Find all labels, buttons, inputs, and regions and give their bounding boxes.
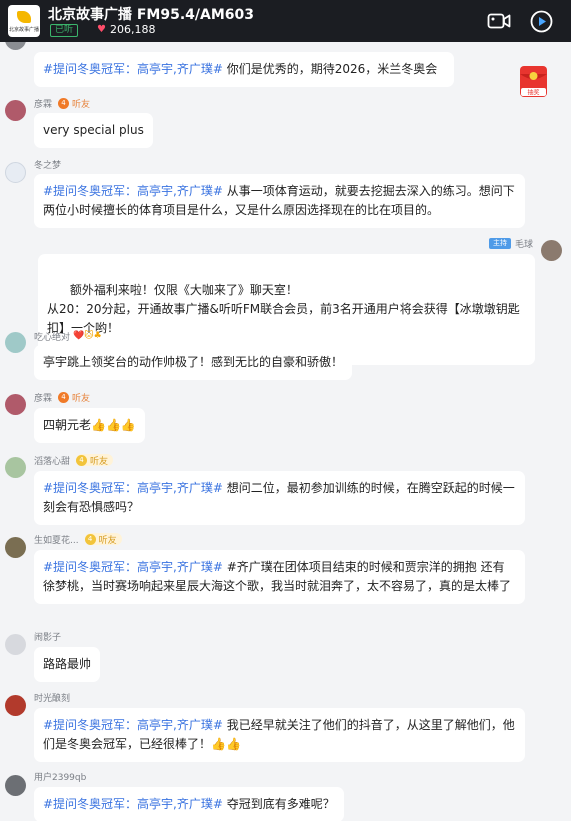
video-camera-icon[interactable] — [487, 10, 511, 32]
message-bubble: 亭宇跳上领奖台的动作帅极了！感到无比的自豪和骄傲！ — [34, 345, 353, 380]
message-bubble: #提问冬奥冠军：高亭宇,齐广璞# #齐广璞在团体项目结束的时候和贾宗洋的拥抱 还… — [34, 550, 525, 604]
topic-tag[interactable]: #提问冬奥冠军：高亭宇,齐广璞# — [43, 718, 223, 732]
message-text: 你们是优秀的，期待2026，米兰冬奥会 — [222, 62, 438, 76]
username: 生如夏花... — [34, 535, 79, 546]
topic-tag[interactable]: #提问冬奥冠军：高亭宇,齐广璞# — [43, 481, 223, 495]
logo-text: 北京故事广播 — [8, 27, 39, 33]
listened-badge: 已听 — [50, 24, 79, 37]
heart-icon: ♥ — [97, 24, 106, 35]
user-avatar[interactable] — [5, 394, 26, 415]
message-bubble: 四朝元老👍👍👍 — [34, 408, 145, 443]
message-bubble: #提问冬奥冠军：高亭宇,齐广璞# 你们是优秀的，期待2026，米兰冬奥会 — [34, 52, 454, 87]
thumbs-up-emoji: 👍👍 — [211, 737, 241, 751]
username-row: 滔落心甜 4 听友 — [34, 453, 114, 467]
level-number: 4 — [58, 97, 70, 109]
user-avatar[interactable] — [5, 634, 26, 655]
username: 滔落心甜 — [34, 456, 71, 467]
level-number: 4 — [76, 454, 88, 466]
username-row: 用户2399qb — [34, 769, 86, 783]
topic-tag[interactable]: #提问冬奥冠军：高亭宇,齐广璞# — [43, 184, 223, 198]
message-text: 额外福利来啦！仅限《大咖来了》聊天室！ 从20：20分起，开通故事广播&听听FM… — [47, 283, 520, 335]
top-bar: 北京故事广播 北京故事广播 FM95.4/AM603 已听 ♥ 206,188 — [0, 0, 571, 42]
user-avatar[interactable] — [5, 42, 26, 50]
message-bubble: #提问冬奥冠军：高亭宇,齐广璞# 我已经早就关注了他们的抖音了，从这里了解他们，… — [34, 708, 525, 762]
message-bubble: #提问冬奥冠军：高亭宇,齐广璞# 想问二位，最初参加训练的时候，在腾空跃起的时候… — [34, 471, 525, 525]
message-bubble: #提问冬奥冠军：高亭宇,齐广璞# 夺冠到底有多难呢？ — [34, 787, 344, 821]
lottery-label: 抽奖 — [527, 89, 539, 97]
station-logo: 北京故事广播 — [8, 5, 40, 37]
level-number: 4 — [84, 533, 96, 545]
message-bubble: #提问冬奥冠军：高亭宇,齐广璞# 从事一项体育运动，就要去挖掘去深入的练习。想问… — [34, 174, 525, 228]
play-icon[interactable] — [530, 10, 553, 33]
user-avatar[interactable] — [5, 162, 26, 183]
username: 时光酿刻 — [34, 693, 71, 704]
username: 冬之梦 — [34, 160, 62, 171]
level-number: 4 — [58, 391, 70, 403]
message-bubble: very special plus — [34, 113, 153, 148]
lottery-red-envelope-icon[interactable]: 抽奖 — [517, 62, 550, 99]
username-row: 闹影子 — [34, 629, 61, 643]
username-row: 主持 毛球 — [488, 236, 533, 250]
topic-tag[interactable]: #提问冬奥冠军：高亭宇,齐广璞# — [43, 560, 223, 574]
message-bubble: 路路最帅 — [34, 647, 101, 682]
level-label: 听友 — [72, 99, 91, 110]
username: 彦霖 — [34, 99, 53, 110]
username-row: 时光酿刻 — [34, 690, 70, 704]
username: 吃心绝对 — [34, 332, 71, 343]
username-row: 彦霖 4 听友 — [34, 96, 95, 110]
username: 用户2399qb — [34, 772, 87, 783]
username: 毛球 — [514, 239, 533, 250]
topic-tag[interactable]: #提问冬奥冠军：高亭宇,齐广璞# — [43, 797, 223, 811]
message-text: 路路最帅 — [43, 657, 92, 671]
user-avatar[interactable] — [5, 775, 26, 796]
host-badge: 主持 — [488, 237, 511, 249]
user-avatar[interactable] — [5, 332, 26, 353]
decoration-icons: ❤️🐱♣ — [73, 331, 102, 341]
fan-level-badge: 4 听友 — [58, 97, 95, 110]
message-text: very special plus — [43, 123, 144, 137]
username-row: 冬之梦 — [34, 157, 61, 171]
fan-count: 206,188 — [110, 23, 156, 36]
fan-level-badge: 4 听友 — [76, 454, 114, 467]
username: 彦霖 — [34, 393, 53, 404]
fan-level-badge: 4 听友 — [58, 391, 95, 404]
host-avatar[interactable] — [541, 240, 562, 261]
level-label: 听友 — [90, 456, 109, 467]
username: 闹影子 — [34, 632, 62, 643]
logo-mark — [17, 11, 31, 23]
message-text: 四朝元老 — [43, 418, 92, 432]
username-row: 吃心绝对 ❤️🐱♣ — [34, 329, 102, 343]
level-label: 听友 — [98, 535, 117, 546]
username-row: 彦霖 4 听友 — [34, 390, 95, 404]
user-avatar[interactable] — [5, 537, 26, 558]
thumbs-up-emoji: 👍👍👍 — [91, 418, 136, 432]
username-row: 生如夏花... 4 听友 — [34, 532, 122, 546]
station-title: 北京故事广播 FM95.4/AM603 — [48, 7, 255, 23]
level-label: 听友 — [72, 393, 91, 404]
message-text: 亭宇跳上领奖台的动作帅极了！感到无比的自豪和骄傲！ — [43, 355, 344, 369]
chat-feed[interactable]: #提问冬奥冠军：高亭宇,齐广璞# 你们是优秀的，期待2026，米兰冬奥会 抽奖 … — [0, 42, 571, 821]
topic-tag[interactable]: #提问冬奥冠军：高亭宇,齐广璞# — [43, 62, 223, 76]
user-avatar[interactable] — [5, 695, 26, 716]
user-avatar[interactable] — [5, 457, 26, 478]
message-text: 夺冠到底有多难呢？ — [222, 797, 335, 811]
fan-level-badge: 4 听友 — [84, 533, 122, 546]
user-avatar[interactable] — [5, 100, 26, 121]
